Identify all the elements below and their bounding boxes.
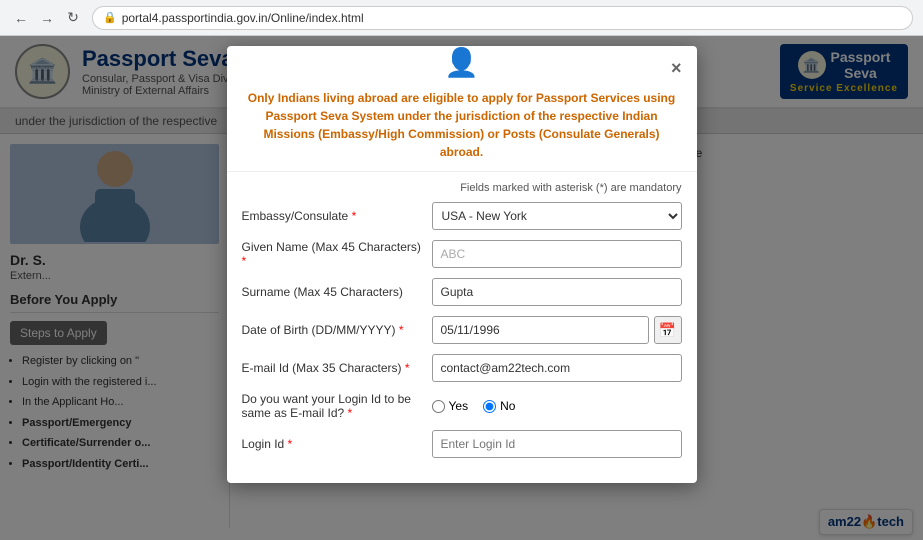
given-name-required: * — [242, 254, 247, 268]
surname-label: Surname (Max 45 Characters) — [242, 285, 422, 299]
dob-row-controls: 📅 — [432, 316, 682, 344]
browser-toolbar: ← → ↻ 🔒 portal4.passportindia.gov.in/Onl… — [0, 0, 923, 36]
dob-input[interactable] — [432, 316, 649, 344]
login-same-row: Do you want your Login Id to be same as … — [242, 392, 682, 420]
modal-dialog: × 👤 Only Indians living abroad are eligi… — [227, 46, 697, 483]
dob-label: Date of Birth (DD/MM/YYYY) * — [242, 323, 422, 337]
mandatory-note: Fields marked with asterisk (*) are mand… — [242, 182, 682, 194]
modal-person-icon: 👤 — [227, 46, 697, 79]
email-label: E-mail Id (Max 35 Characters) * — [242, 361, 422, 375]
no-option[interactable]: No — [483, 399, 515, 413]
given-name-label: Given Name (Max 45 Characters) * — [242, 240, 422, 268]
forward-button[interactable]: → — [36, 7, 58, 29]
login-same-radio-group: Yes No — [432, 399, 682, 413]
login-id-row: Login Id * — [242, 430, 682, 458]
yes-option[interactable]: Yes — [432, 399, 469, 413]
embassy-row: Embassy/Consulate * USA - New York USA -… — [242, 202, 682, 230]
dob-required: * — [399, 323, 404, 337]
surname-row: Surname (Max 45 Characters) — [242, 278, 682, 306]
address-bar[interactable]: 🔒 portal4.passportindia.gov.in/Online/in… — [92, 6, 913, 30]
modal-overlay: × 👤 Only Indians living abroad are eligi… — [0, 36, 923, 540]
no-radio[interactable] — [483, 400, 496, 413]
url-text: portal4.passportindia.gov.in/Online/inde… — [122, 11, 364, 25]
modal-warning-text: Only Indians living abroad are eligible … — [227, 84, 697, 172]
modal-close-button[interactable]: × — [671, 58, 682, 79]
lock-icon: 🔒 — [103, 11, 117, 24]
dob-row: Date of Birth (DD/MM/YYYY) * 📅 — [242, 316, 682, 344]
given-name-input-placeholder: ABC — [432, 240, 682, 268]
given-name-row: Given Name (Max 45 Characters) * ABC — [242, 240, 682, 268]
nav-buttons: ← → ↻ — [10, 7, 84, 29]
embassy-required: * — [352, 209, 357, 223]
surname-input[interactable] — [432, 278, 682, 306]
no-label: No — [500, 399, 515, 413]
embassy-select[interactable]: USA - New York USA - Chicago USA - Houst… — [432, 202, 682, 230]
login-id-required: * — [288, 437, 293, 451]
embassy-label: Embassy/Consulate * — [242, 209, 422, 223]
reload-button[interactable]: ↻ — [62, 7, 84, 29]
page-content: 🏛️ Passport Seva at Indian Embassies and… — [0, 36, 923, 540]
back-button[interactable]: ← — [10, 7, 32, 29]
calendar-icon[interactable]: 📅 — [654, 316, 682, 344]
modal-body: Fields marked with asterisk (*) are mand… — [227, 172, 697, 483]
yes-label: Yes — [449, 399, 469, 413]
login-same-label: Do you want your Login Id to be same as … — [242, 392, 422, 420]
login-id-input[interactable] — [432, 430, 682, 458]
email-input[interactable] — [432, 354, 682, 382]
email-required: * — [405, 361, 410, 375]
email-row: E-mail Id (Max 35 Characters) * — [242, 354, 682, 382]
yes-radio[interactable] — [432, 400, 445, 413]
login-id-label: Login Id * — [242, 437, 422, 451]
login-same-required: * — [348, 406, 353, 420]
